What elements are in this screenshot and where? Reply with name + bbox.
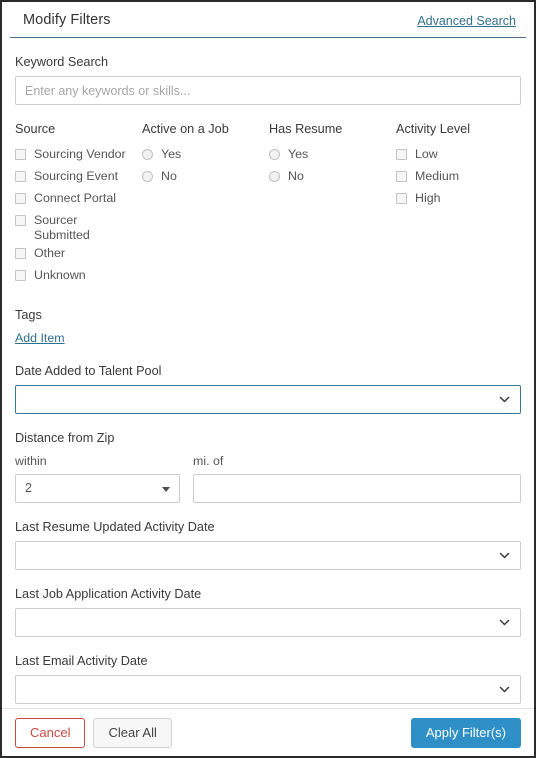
panel-header: Modify Filters Advanced Search: [10, 7, 526, 38]
radio-option-resume-no[interactable]: No: [269, 169, 396, 188]
radio-icon[interactable]: [269, 171, 280, 182]
checkbox-icon[interactable]: [15, 270, 26, 281]
radio-icon[interactable]: [142, 171, 153, 182]
option-label: Low: [415, 147, 438, 161]
option-label: Sourcing Event: [34, 169, 119, 183]
column-heading: Source: [15, 122, 56, 136]
option-label: No: [161, 169, 177, 183]
checkbox-option-other[interactable]: Other: [15, 246, 142, 265]
distance-within-select[interactable]: 2: [15, 474, 180, 503]
clear-all-button[interactable]: Clear All: [93, 717, 172, 748]
option-label: Sourcing Vendor: [34, 147, 126, 161]
checkbox-icon[interactable]: [15, 248, 26, 259]
last-job-application-select-wrap: [15, 608, 521, 637]
filter-column-active-on-a-job: Active on a Job Yes No: [142, 122, 269, 290]
option-label: Unknown: [34, 268, 86, 282]
within-select-wrap: 2: [15, 474, 180, 503]
checkbox-icon[interactable]: [15, 215, 26, 226]
filter-column-activity-level: Activity Level Low Medium High: [396, 122, 521, 290]
checkbox-option-unknown[interactable]: Unknown: [15, 268, 142, 287]
filter-column-source: Source Sourcing Vendor Sourcing Event Co…: [15, 122, 142, 290]
checkbox-option-sourcer-submitted[interactable]: Sourcer Submitted: [15, 213, 142, 243]
checkbox-icon[interactable]: [396, 149, 407, 160]
cancel-button[interactable]: Cancel: [15, 717, 86, 748]
within-group: within 2: [15, 454, 193, 503]
option-label: High: [415, 191, 441, 205]
filter-column-has-resume: Has Resume Yes No: [269, 122, 396, 290]
checkbox-icon[interactable]: [15, 149, 26, 160]
keyword-search-label: Keyword Search: [15, 55, 109, 69]
date-added-select[interactable]: [15, 385, 521, 414]
filters-panel: Modify Filters Advanced Search Keyword S…: [2, 2, 534, 708]
checkbox-option-connect-portal[interactable]: Connect Portal: [15, 191, 142, 210]
checkbox-option-sourcing-event[interactable]: Sourcing Event: [15, 169, 142, 188]
footer-action-bar: Cancel Clear All Apply Filter(s): [2, 708, 534, 756]
modify-filters-window: Modify Filters Advanced Search Keyword S…: [0, 0, 536, 758]
filter-columns: Source Sourcing Vendor Sourcing Event Co…: [15, 122, 521, 290]
search-input[interactable]: [15, 76, 521, 105]
option-label: Yes: [288, 147, 309, 161]
last-resume-updated-label: Last Resume Updated Activity Date: [15, 520, 215, 534]
page-title: Modify Filters: [23, 12, 111, 28]
within-label: within: [15, 454, 47, 468]
radio-option-active-no[interactable]: No: [142, 169, 269, 188]
checkbox-option-medium[interactable]: Medium: [396, 169, 521, 188]
add-item-link[interactable]: Add Item: [15, 331, 65, 345]
option-label: Medium: [415, 169, 460, 183]
checkbox-option-low[interactable]: Low: [396, 147, 521, 166]
last-resume-updated-select[interactable]: [15, 541, 521, 570]
last-email-activity-label: Last Email Activity Date: [15, 654, 148, 668]
apply-filters-button[interactable]: Apply Filter(s): [410, 717, 521, 748]
last-email-activity-select[interactable]: [15, 675, 521, 704]
checkbox-icon[interactable]: [396, 171, 407, 182]
mi-of-label: mi. of: [193, 454, 224, 468]
advanced-search-link[interactable]: Advanced Search: [417, 7, 516, 30]
option-label: Sourcer Submitted: [34, 213, 90, 242]
radio-option-active-yes[interactable]: Yes: [142, 147, 269, 166]
distance-row: within 2 mi. of: [15, 454, 521, 503]
tags-label: Tags: [15, 308, 42, 322]
date-added-label: Date Added to Talent Pool: [15, 364, 162, 378]
distance-from-zip-label: Distance from Zip: [15, 431, 115, 445]
checkbox-icon[interactable]: [15, 171, 26, 182]
zip-group: mi. of: [193, 454, 521, 503]
checkbox-option-sourcing-vendor[interactable]: Sourcing Vendor: [15, 147, 142, 166]
option-label: Connect Portal: [34, 191, 116, 205]
column-heading: Activity Level: [396, 122, 471, 136]
last-job-application-label: Last Job Application Activity Date: [15, 587, 202, 601]
option-label: Other: [34, 246, 65, 260]
last-job-application-select[interactable]: [15, 608, 521, 637]
checkbox-option-high[interactable]: High: [396, 191, 521, 210]
radio-icon[interactable]: [142, 149, 153, 160]
checkbox-icon[interactable]: [15, 193, 26, 204]
last-email-activity-select-wrap: [15, 675, 521, 704]
radio-option-resume-yes[interactable]: Yes: [269, 147, 396, 166]
option-label: Yes: [161, 147, 182, 161]
checkbox-icon[interactable]: [396, 193, 407, 204]
column-heading: Active on a Job: [142, 122, 229, 136]
date-added-select-wrap: [15, 385, 521, 414]
option-label: No: [288, 169, 304, 183]
column-heading: Has Resume: [269, 122, 343, 136]
filters-body: Keyword Search Source Sourcing Vendor So…: [2, 55, 534, 704]
radio-icon[interactable]: [269, 149, 280, 160]
zip-input[interactable]: [193, 474, 521, 503]
last-resume-updated-select-wrap: [15, 541, 521, 570]
